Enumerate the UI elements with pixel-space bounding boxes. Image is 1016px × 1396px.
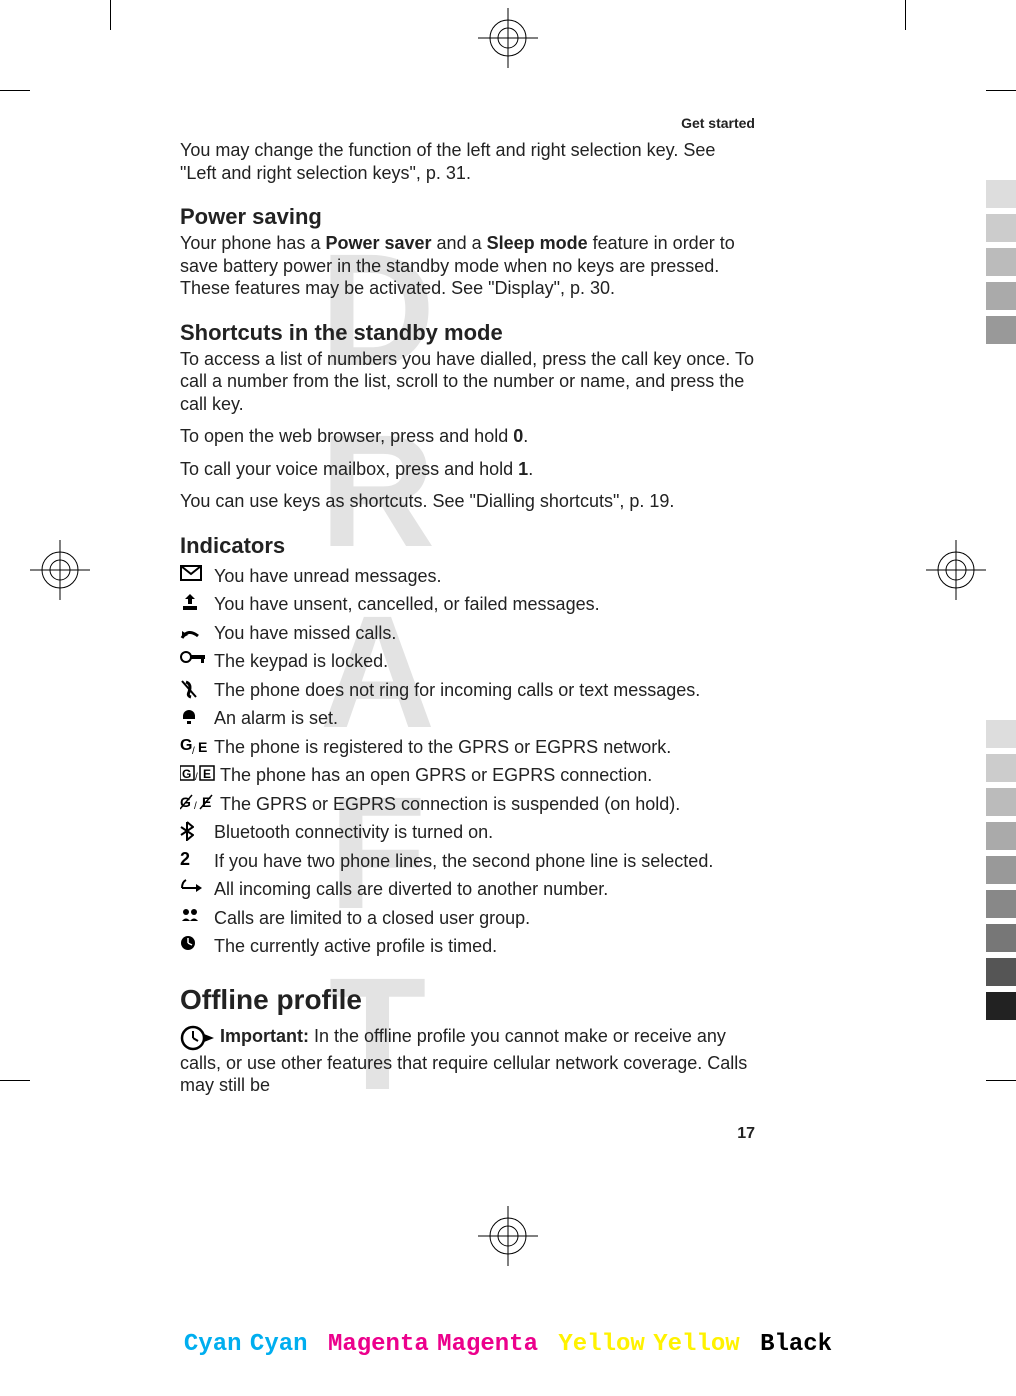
shortcuts-p1: To access a list of numbers you have dia… bbox=[180, 348, 755, 416]
important-note: Important: In the offline profile you ca… bbox=[180, 1024, 755, 1097]
registration-mark-icon bbox=[478, 8, 538, 68]
text-fragment: Your phone has a bbox=[180, 233, 325, 253]
shortcuts-p4: You can use keys as shortcuts. See "Dial… bbox=[180, 490, 755, 513]
indicator-row: The currently active profile is timed. bbox=[180, 935, 755, 958]
text-fragment: . bbox=[523, 426, 528, 446]
line2-icon: 2 bbox=[180, 850, 214, 868]
indicator-text: All incoming calls are diverted to anoth… bbox=[214, 878, 755, 901]
swatch-black: Black bbox=[760, 1331, 832, 1358]
divert-icon bbox=[180, 878, 214, 892]
intro-paragraph: You may change the function of the left … bbox=[180, 139, 755, 184]
key-0: 0 bbox=[513, 426, 523, 446]
crop-mark bbox=[0, 1080, 30, 1081]
indicator-text: If you have two phone lines, the second … bbox=[214, 850, 755, 873]
power-saver-term: Power saver bbox=[325, 233, 431, 253]
indicator-text: The keypad is locked. bbox=[214, 650, 755, 673]
missed-call-icon bbox=[180, 622, 214, 640]
swatch-yellow: Yellow bbox=[558, 1331, 644, 1358]
crop-mark bbox=[110, 0, 111, 30]
shortcuts-heading: Shortcuts in the standby mode bbox=[180, 320, 755, 346]
indicator-row: The phone does not ring for incoming cal… bbox=[180, 679, 755, 702]
indicator-text: You have unread messages. bbox=[214, 565, 755, 588]
indicator-text: Bluetooth connectivity is turned on. bbox=[214, 821, 755, 844]
side-tabs-lower bbox=[986, 720, 1016, 1026]
swatch-magenta: Magenta bbox=[328, 1331, 429, 1358]
swatch-yellow-shadow: Yellow bbox=[653, 1331, 739, 1358]
indicator-row: The keypad is locked. bbox=[180, 650, 755, 673]
indicator-row: Calls are limited to a closed user group… bbox=[180, 907, 755, 930]
page-number: 17 bbox=[180, 1125, 755, 1143]
indicator-row: You have unsent, cancelled, or failed me… bbox=[180, 593, 755, 616]
crop-mark bbox=[0, 90, 30, 91]
swatch-cyan: Cyan bbox=[184, 1331, 242, 1358]
alarm-icon bbox=[180, 707, 214, 725]
text-fragment: and a bbox=[432, 233, 487, 253]
svg-text:/: / bbox=[192, 746, 195, 754]
indicators-heading: Indicators bbox=[180, 533, 755, 559]
svg-text:/: / bbox=[195, 772, 198, 782]
silent-icon bbox=[180, 679, 214, 699]
svg-text:/: / bbox=[194, 801, 197, 811]
indicator-text: Calls are limited to a closed user group… bbox=[214, 907, 755, 930]
indicator-row: 2 If you have two phone lines, the secon… bbox=[180, 850, 755, 873]
text-fragment: To call your voice mailbox, press and ho… bbox=[180, 459, 518, 479]
svg-text:2: 2 bbox=[180, 850, 190, 868]
outbox-icon bbox=[180, 593, 214, 611]
sleep-mode-term: Sleep mode bbox=[487, 233, 588, 253]
side-tabs-upper bbox=[986, 180, 1016, 350]
indicator-row: G/E The GPRS or EGPRS connection is susp… bbox=[180, 793, 755, 816]
indicator-row: G / E The phone has an open GPRS or EGPRS … bbox=[180, 764, 755, 787]
indicator-text: You have unsent, cancelled, or failed me… bbox=[214, 593, 755, 616]
indicator-text: The phone has an open GPRS or EGPRS conn… bbox=[220, 764, 755, 787]
indicator-text: The GPRS or EGPRS connection is suspende… bbox=[220, 793, 755, 816]
page-content: Get started You may change the function … bbox=[180, 115, 755, 1143]
svg-text:G: G bbox=[180, 737, 192, 754]
g-e-icon: G/E bbox=[180, 736, 214, 754]
indicator-row: All incoming calls are diverted to anoth… bbox=[180, 878, 755, 901]
svg-text:E: E bbox=[198, 739, 207, 754]
crop-mark bbox=[986, 90, 1016, 91]
indicator-row: You have unread messages. bbox=[180, 565, 755, 588]
indicator-row: You have missed calls. bbox=[180, 622, 755, 645]
crop-mark bbox=[986, 1080, 1016, 1081]
g-e-slash-icon: G/E bbox=[180, 793, 220, 811]
indicator-text: The currently active profile is timed. bbox=[214, 935, 755, 958]
swatch-magenta-shadow: Magenta bbox=[437, 1331, 538, 1358]
indicator-text: An alarm is set. bbox=[214, 707, 755, 730]
power-saving-text: Your phone has a Power saver and a Sleep… bbox=[180, 232, 755, 300]
registration-mark-icon bbox=[478, 1206, 538, 1266]
indicator-row: An alarm is set. bbox=[180, 707, 755, 730]
indicator-text: The phone is registered to the GPRS or E… bbox=[214, 736, 755, 759]
g-e-box-icon: G / E bbox=[180, 764, 220, 782]
shortcuts-p2: To open the web browser, press and hold … bbox=[180, 425, 755, 448]
offline-profile-heading: Offline profile bbox=[180, 984, 755, 1016]
swatch-cyan-shadow: Cyan bbox=[250, 1331, 308, 1358]
envelope-icon bbox=[180, 565, 214, 581]
registration-mark-icon bbox=[30, 540, 90, 600]
key-1: 1 bbox=[518, 459, 528, 479]
registration-mark-icon bbox=[926, 540, 986, 600]
text-fragment: . bbox=[528, 459, 533, 479]
timer-icon bbox=[180, 935, 214, 951]
crop-mark bbox=[905, 0, 906, 30]
running-header: Get started bbox=[180, 115, 755, 131]
indicator-text: You have missed calls. bbox=[214, 622, 755, 645]
svg-text:E: E bbox=[203, 767, 211, 781]
svg-text:G: G bbox=[182, 767, 191, 781]
color-swatch-footer: Cyan Cyan Magenta Magenta Yellow Yellow … bbox=[0, 1331, 1016, 1358]
important-label: Important: bbox=[220, 1026, 309, 1046]
closed-group-icon bbox=[180, 907, 214, 923]
key-lock-icon bbox=[180, 650, 214, 664]
bluetooth-icon bbox=[180, 821, 214, 841]
indicator-row: G/E The phone is registered to the GPRS … bbox=[180, 736, 755, 759]
indicator-row: Bluetooth connectivity is turned on. bbox=[180, 821, 755, 844]
text-fragment: To open the web browser, press and hold bbox=[180, 426, 513, 446]
indicator-text: The phone does not ring for incoming cal… bbox=[214, 679, 755, 702]
important-icon bbox=[180, 1024, 216, 1052]
power-saving-heading: Power saving bbox=[180, 204, 755, 230]
shortcuts-p3: To call your voice mailbox, press and ho… bbox=[180, 458, 755, 481]
